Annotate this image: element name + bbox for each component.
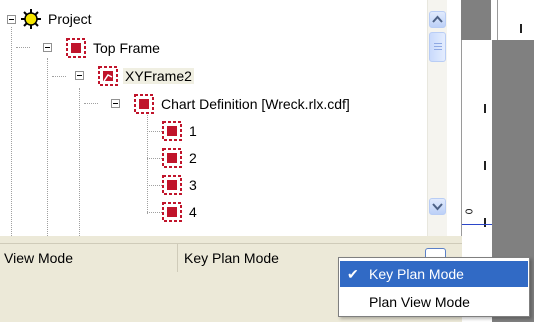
option-plan-view-mode[interactable]: Plan View Mode [340, 289, 528, 315]
option-label: Plan View Mode [369, 294, 470, 310]
frame-icon [162, 175, 182, 195]
tree-node-label: 2 [189, 150, 197, 166]
frame-icon [66, 38, 86, 58]
tree-guide-line [147, 131, 162, 132]
option-key-plan-mode[interactable]: ✔ Key Plan Mode [340, 261, 528, 287]
ruler-tick [484, 161, 486, 170]
tree-guide-line [47, 58, 48, 236]
tree-guide-line [84, 103, 98, 104]
tree-node-label: Top Frame [93, 40, 160, 56]
tree-node-label: XYFrame2 [123, 68, 194, 84]
ruler-zero-label: 0 [464, 208, 476, 215]
tree-node-1[interactable]: 1 [162, 121, 199, 141]
view-mode-dropdown: ✔ Key Plan Mode Plan View Mode [338, 257, 530, 317]
scroll-up-button[interactable] [429, 11, 446, 28]
xyframe-icon [98, 66, 118, 86]
collapse-xyframe2-toggle[interactable] [75, 71, 84, 80]
tree-node-2[interactable]: 2 [162, 148, 199, 168]
tree-node-label: 1 [189, 123, 197, 139]
ruler-corner [461, 0, 534, 40]
tree-node-chart-definition[interactable]: Chart Definition [Wreck.rlx.cdf] [134, 94, 352, 114]
collapse-top-frame-toggle[interactable] [43, 43, 52, 52]
tree-node-top-frame[interactable]: Top Frame [66, 38, 162, 58]
collapse-chart-definition-toggle[interactable] [111, 99, 120, 108]
tree-guide-line [147, 158, 162, 159]
sun-icon [21, 9, 41, 29]
tree-guide-line [79, 88, 80, 236]
tree-guide-line [16, 47, 30, 48]
frame-icon [134, 94, 154, 114]
tree-node-4[interactable]: 4 [162, 202, 199, 222]
tree-guide-line [147, 212, 162, 213]
tree-scrollbar[interactable] [427, 0, 447, 236]
tree-node-project[interactable]: Project [21, 9, 94, 29]
ruler-tick [484, 218, 486, 227]
frame-icon [162, 202, 182, 222]
column-divider [177, 244, 178, 272]
tree-guide-line [147, 185, 162, 186]
tree-node-label: Project [48, 11, 92, 27]
project-tree[interactable]: Project Top Frame XYFrame2 Chart Definit… [0, 0, 428, 236]
frame-icon [162, 148, 182, 168]
tree-node-label: 3 [189, 177, 197, 193]
ruler-tick [484, 104, 486, 113]
tree-guide-line [147, 110, 148, 214]
tree-guide-line [11, 27, 12, 236]
tree-node-3[interactable]: 3 [162, 175, 199, 195]
collapse-project-toggle[interactable] [7, 15, 16, 24]
scroll-down-button[interactable] [429, 198, 446, 215]
tree-node-label: 4 [189, 204, 197, 220]
tree-node-xyframe2[interactable]: XYFrame2 [98, 66, 194, 86]
ruler-origin-line [462, 224, 493, 225]
checkmark-icon: ✔ [347, 266, 359, 282]
property-name: View Mode [4, 250, 74, 266]
tree-node-label: Chart Definition [Wreck.rlx.cdf] [161, 96, 350, 112]
property-value[interactable]: Key Plan Mode [184, 250, 279, 266]
frame-icon [162, 121, 182, 141]
scroll-thumb[interactable] [429, 32, 446, 62]
option-label: Key Plan Mode [369, 266, 464, 282]
chevron-up-icon [432, 15, 443, 23]
chevron-down-icon [432, 203, 443, 211]
tree-guide-line [52, 76, 66, 77]
